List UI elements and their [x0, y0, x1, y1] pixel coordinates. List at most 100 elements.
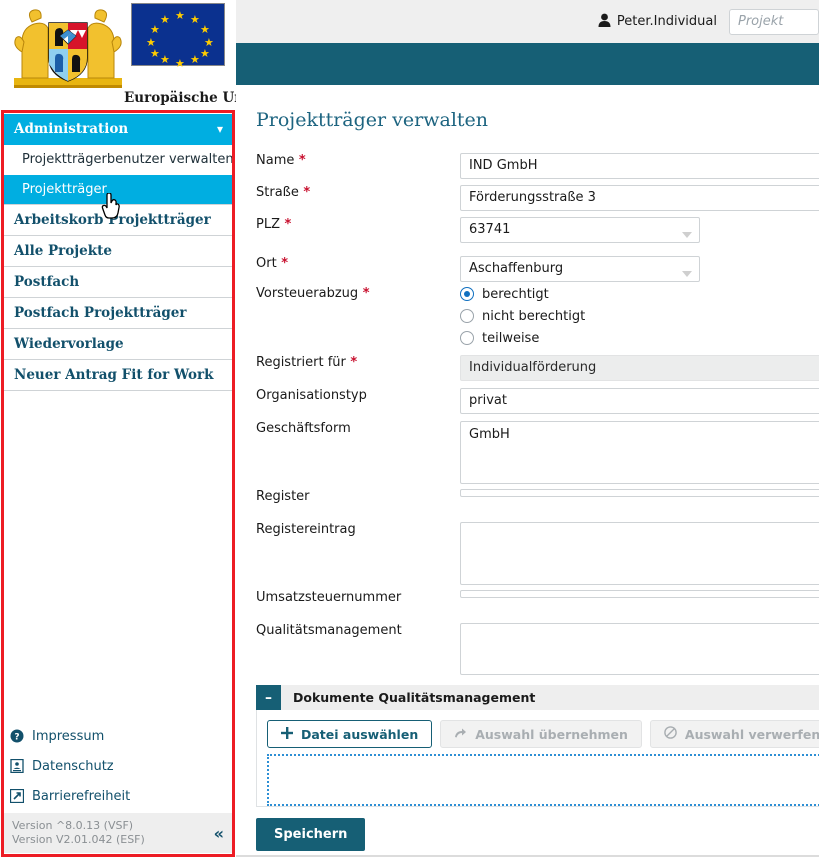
user-menu[interactable]: Peter.Individual	[598, 13, 717, 31]
sidebar-item-neuer-antrag-fit-for-work[interactable]: Neuer Antrag Fit for Work	[4, 360, 232, 391]
textarea-registereintrag[interactable]	[460, 522, 819, 585]
radio-group-vorsteuerabzug: berechtigt nicht berechtigt teilweise	[460, 283, 585, 349]
question-circle-icon: ?	[10, 729, 24, 743]
input-register[interactable]	[460, 489, 819, 497]
label-text: Ort	[256, 256, 277, 271]
label-text: Vorsteuerabzug	[256, 286, 359, 301]
minus-icon[interactable]: –	[256, 685, 281, 710]
auswahl-verwerfen-button[interactable]: Auswahl verwerfen	[649, 720, 819, 748]
readonly-registriert-fuer: Individualförderung	[460, 355, 819, 381]
mouse-cursor-pointer-icon	[101, 193, 120, 219]
select-value: 63741	[469, 222, 511, 237]
sidebar-nav: Administration ▾ Projektträgerbenutzer v…	[4, 114, 232, 391]
auswahl-uebernehmen-button[interactable]: Auswahl übernehmen	[440, 720, 642, 748]
footer-link-impressum[interactable]: ? Impressum	[4, 721, 232, 751]
sidebar-item-label: Wiedervorlage	[14, 336, 124, 352]
button-label: Datei auswählen	[301, 726, 419, 742]
radio-button-icon[interactable]	[460, 309, 474, 323]
select-plz[interactable]: 63741	[460, 217, 700, 243]
ban-icon	[664, 726, 677, 742]
version-line-1: Version ^8.0.13 (VSF)	[12, 819, 134, 832]
main-content: Projektträger verwalten Name * IND GmbH …	[236, 85, 819, 857]
input-umsatzsteuernummer[interactable]	[460, 590, 819, 598]
button-label: Auswahl übernehmen	[475, 726, 628, 742]
chevron-down-icon	[682, 232, 692, 238]
label-name: Name *	[256, 153, 306, 168]
documents-panel-title: Dokumente Qualitätsmanagement	[293, 690, 536, 705]
footer-link-label: Datenschutz	[32, 758, 114, 774]
sidebar-group-administration[interactable]: Administration ▾	[4, 114, 232, 145]
plus-icon	[281, 726, 293, 742]
version-line-2: Version V2.01.042 (ESF)	[12, 833, 145, 846]
input-organisationstyp[interactable]: privat	[460, 388, 819, 414]
sidebar-item-label: Postfach	[14, 274, 80, 290]
select-ort[interactable]: Aschaffenburg	[460, 256, 700, 282]
sidebar-item-label: Neuer Antrag Fit for Work	[14, 367, 214, 383]
page-title: Projektträger verwalten	[256, 109, 489, 131]
input-value: privat	[469, 393, 507, 408]
eu-flag-icon: ★ ★ ★ ★ ★ ★ ★ ★ ★ ★ ★ ★	[131, 3, 225, 69]
radio-label: nicht berechtigt	[482, 308, 586, 324]
required-marker: *	[276, 256, 289, 271]
sidebar-item-alle-projekte[interactable]: Alle Projekte	[4, 236, 232, 267]
sidebar: ★ ★ ★ ★ ★ ★ ★ ★ ★ ★ ★ ★ Europäische Uni …	[0, 0, 242, 857]
footer-link-barrierefreiheit[interactable]: Barrierefreiheit	[4, 781, 232, 811]
radio-button-icon[interactable]	[460, 287, 474, 301]
sidebar-item-projekttraegerbenutzer-verwalten[interactable]: Projektträgerbenutzer verwalten	[4, 145, 232, 175]
input-strasse[interactable]: Förderungsstraße 3	[460, 185, 819, 211]
sidebar-item-label: Projektträger	[22, 182, 107, 197]
required-marker: *	[345, 355, 358, 370]
version-bar: Version ^8.0.13 (VSF) Version V2.01.042 …	[4, 813, 232, 853]
label-qualitaetsmanagement: Qualitätsmanagement	[256, 623, 402, 638]
user-name: Peter.Individual	[616, 14, 717, 29]
accessibility-arrow-icon	[10, 789, 24, 803]
field-row-ort: Ort * Aschaffenburg	[256, 256, 819, 282]
radio-button-icon[interactable]	[460, 331, 474, 345]
documents-button-row: Datei auswählen Auswahl übernehmen Auswa…	[267, 720, 819, 748]
textarea-geschaeftsform[interactable]: GmbH	[460, 421, 819, 484]
privacy-document-icon	[10, 759, 24, 773]
documents-panel-body: Datei auswählen Auswahl übernehmen Auswa…	[256, 710, 819, 807]
textarea-qualitaetsmanagement[interactable]	[460, 623, 819, 675]
radio-option-berechtigt[interactable]: berechtigt	[460, 283, 585, 305]
sidebar-group-label: Administration	[14, 121, 129, 137]
required-marker: *	[294, 153, 306, 168]
label-text: Straße	[256, 185, 299, 200]
radio-label: teilweise	[482, 330, 540, 346]
button-label: Auswahl verwerfen	[684, 726, 819, 742]
readonly-value: Individualförderung	[469, 360, 597, 375]
footer-link-label: Impressum	[32, 728, 105, 744]
sidebar-item-wiedervorlage[interactable]: Wiedervorlage	[4, 329, 232, 360]
sidebar-item-label: Projektträgerbenutzer verwalten	[22, 152, 232, 167]
search-input[interactable]: Projekt	[729, 8, 819, 35]
save-button[interactable]: Speichern	[256, 818, 366, 851]
label-registereintrag: Registereintrag	[256, 522, 356, 537]
file-dropzone[interactable]: Bereich für	[267, 754, 819, 806]
input-value: IND GmbH	[469, 158, 538, 173]
required-marker: *	[298, 185, 311, 200]
input-name[interactable]: IND GmbH	[460, 153, 819, 179]
sidebar-item-postfach-projekttraeger[interactable]: Postfach Projektträger	[4, 298, 232, 329]
label-register: Register	[256, 489, 310, 504]
radio-label: berechtigt	[482, 286, 549, 302]
field-row-plz: PLZ * 63741	[256, 217, 819, 243]
label-text: Registriert für	[256, 355, 346, 370]
radio-option-nicht-berechtigt[interactable]: nicht berechtigt	[460, 305, 585, 327]
required-marker: *	[358, 286, 370, 301]
svg-text:?: ?	[14, 733, 19, 743]
radio-option-teilweise[interactable]: teilweise	[460, 327, 585, 349]
sidebar-item-postfach[interactable]: Postfach	[4, 267, 232, 298]
eu-label: Europäische Uni	[124, 90, 242, 106]
sidebar-item-label: Postfach Projektträger	[14, 305, 187, 321]
label-text: PLZ	[256, 217, 280, 232]
collapse-sidebar-button[interactable]: «	[214, 824, 224, 843]
person-icon	[598, 13, 611, 31]
input-value: Förderungsstraße 3	[469, 190, 596, 205]
label-organisationstyp: Organisationstyp	[256, 388, 367, 403]
required-marker: *	[280, 217, 292, 232]
label-text: Name	[256, 153, 295, 168]
logo-bar: ★ ★ ★ ★ ★ ★ ★ ★ ★ ★ ★ ★ Europäische Uni	[0, 0, 242, 107]
datei-auswaehlen-button[interactable]: Datei auswählen	[267, 720, 433, 748]
documents-panel: – Dokumente Qualitätsmanagement Datei au…	[256, 685, 819, 807]
footer-link-datenschutz[interactable]: Datenschutz	[4, 751, 232, 781]
